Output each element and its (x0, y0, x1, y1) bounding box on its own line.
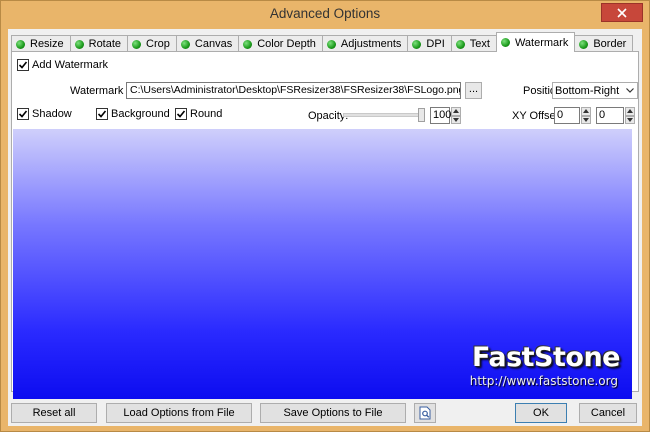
arrow-down-icon (583, 117, 589, 122)
green-dot-icon (412, 39, 422, 49)
checkbox-box (96, 108, 108, 120)
tab-color-depth[interactable]: Color Depth (238, 35, 323, 52)
checkmark-icon (176, 110, 186, 118)
green-dot-icon (243, 39, 253, 49)
advanced-options-window: Advanced Options Resize Rotate Crop Canv… (0, 0, 650, 432)
watermark-image-path-field[interactable]: C:\Users\Administrator\Desktop\FSResizer… (126, 82, 461, 99)
tab-label: Crop (146, 38, 170, 50)
arrow-up-icon (453, 109, 459, 114)
ok-button[interactable]: OK (515, 403, 567, 423)
tab-resize[interactable]: Resize (11, 35, 71, 52)
tab-label: Rotate (88, 38, 122, 50)
arrow-up-icon (583, 109, 589, 114)
round-checkbox[interactable]: Round (175, 108, 222, 120)
window-title: Advanced Options (269, 6, 381, 21)
close-icon (617, 7, 627, 18)
opacity-stepper[interactable]: 100 (430, 107, 461, 124)
tab-text[interactable]: Text (450, 35, 497, 52)
checkbox-box (17, 108, 29, 120)
shadow-label: Shadow (32, 108, 72, 120)
tab-label: Color Depth (257, 38, 316, 50)
increment-button[interactable] (581, 107, 591, 116)
arrow-down-icon (453, 117, 459, 122)
x-offset-stepper[interactable]: 0 (554, 107, 591, 124)
tab-dpi[interactable]: DPI (407, 35, 452, 52)
increment-button[interactable] (451, 107, 461, 116)
checkmark-icon (18, 61, 28, 69)
view-file-button[interactable] (414, 403, 436, 423)
arrow-down-icon (627, 117, 633, 122)
tab-label: Adjustments (340, 38, 402, 50)
decrement-button[interactable] (451, 115, 461, 124)
tab-crop[interactable]: Crop (127, 35, 177, 52)
watermark-logo-text: FastStone (472, 342, 621, 373)
green-dot-icon (579, 39, 589, 49)
position-dropdown[interactable]: Bottom-Right (552, 82, 638, 99)
tab-rotate[interactable]: Rotate (69, 35, 129, 52)
green-dot-icon (132, 39, 142, 49)
title-bar[interactable]: Advanced Options (1, 1, 649, 27)
green-dot-icon (455, 39, 465, 49)
position-value: Bottom-Right (555, 84, 620, 97)
watermark-url-text: http://www.faststone.org (469, 374, 618, 388)
reset-all-button[interactable]: Reset all (11, 403, 97, 423)
add-watermark-label: Add Watermark (32, 59, 109, 71)
tab-label: Text (469, 38, 490, 50)
shadow-checkbox[interactable]: Shadow (17, 108, 72, 120)
x-offset-spin-buttons (581, 107, 591, 124)
browse-button[interactable]: ... (465, 82, 482, 99)
arrow-up-icon (627, 109, 633, 114)
y-offset-spin-buttons (625, 107, 635, 124)
checkmark-icon (97, 110, 107, 118)
tab-label: Watermark (514, 36, 569, 49)
cancel-button[interactable]: Cancel (579, 403, 637, 423)
tab-label: Resize (30, 38, 64, 50)
tab-label: DPI (426, 38, 445, 50)
tab-border[interactable]: Border (574, 35, 634, 52)
tab-label: Canvas (194, 38, 233, 50)
opacity-slider-track[interactable] (343, 113, 425, 117)
checkbox-box (17, 59, 29, 71)
tab-strip: Resize Rotate Crop Canvas Color Depth Ad… (11, 32, 634, 52)
tab-adjustments[interactable]: Adjustments (321, 35, 409, 52)
decrement-button[interactable] (581, 115, 591, 124)
chevron-down-icon (623, 83, 637, 98)
watermark-preview: FastStone http://www.faststone.org (13, 129, 632, 399)
increment-button[interactable] (625, 107, 635, 116)
y-offset-value[interactable]: 0 (596, 107, 624, 124)
tab-watermark[interactable]: Watermark (495, 32, 576, 52)
checkbox-box (175, 108, 187, 120)
opacity-spin-buttons (451, 107, 461, 124)
save-options-button[interactable]: Save Options to File (260, 403, 406, 423)
add-watermark-checkbox[interactable]: Add Watermark (17, 59, 108, 71)
decrement-button[interactable] (625, 115, 635, 124)
y-offset-stepper[interactable]: 0 (596, 107, 635, 124)
green-dot-icon (326, 39, 336, 49)
view-file-icon (419, 406, 431, 420)
checkmark-icon (18, 110, 28, 118)
green-dot-icon (180, 39, 190, 49)
green-dot-icon (16, 39, 25, 49)
green-dot-icon (500, 38, 510, 47)
opacity-value[interactable]: 100 (430, 107, 451, 124)
close-button[interactable] (601, 3, 643, 22)
round-label: Round (190, 108, 223, 120)
dialog-client-area: Resize Rotate Crop Canvas Color Depth Ad… (8, 29, 642, 426)
tab-canvas[interactable]: Canvas (175, 35, 240, 52)
green-dot-icon (74, 39, 84, 49)
background-checkbox[interactable]: Background (96, 108, 170, 120)
opacity-slider-thumb[interactable] (418, 108, 425, 122)
background-label: Background (111, 108, 170, 120)
tab-label: Border (593, 38, 627, 50)
load-options-button[interactable]: Load Options from File (106, 403, 252, 423)
x-offset-value[interactable]: 0 (554, 107, 580, 124)
